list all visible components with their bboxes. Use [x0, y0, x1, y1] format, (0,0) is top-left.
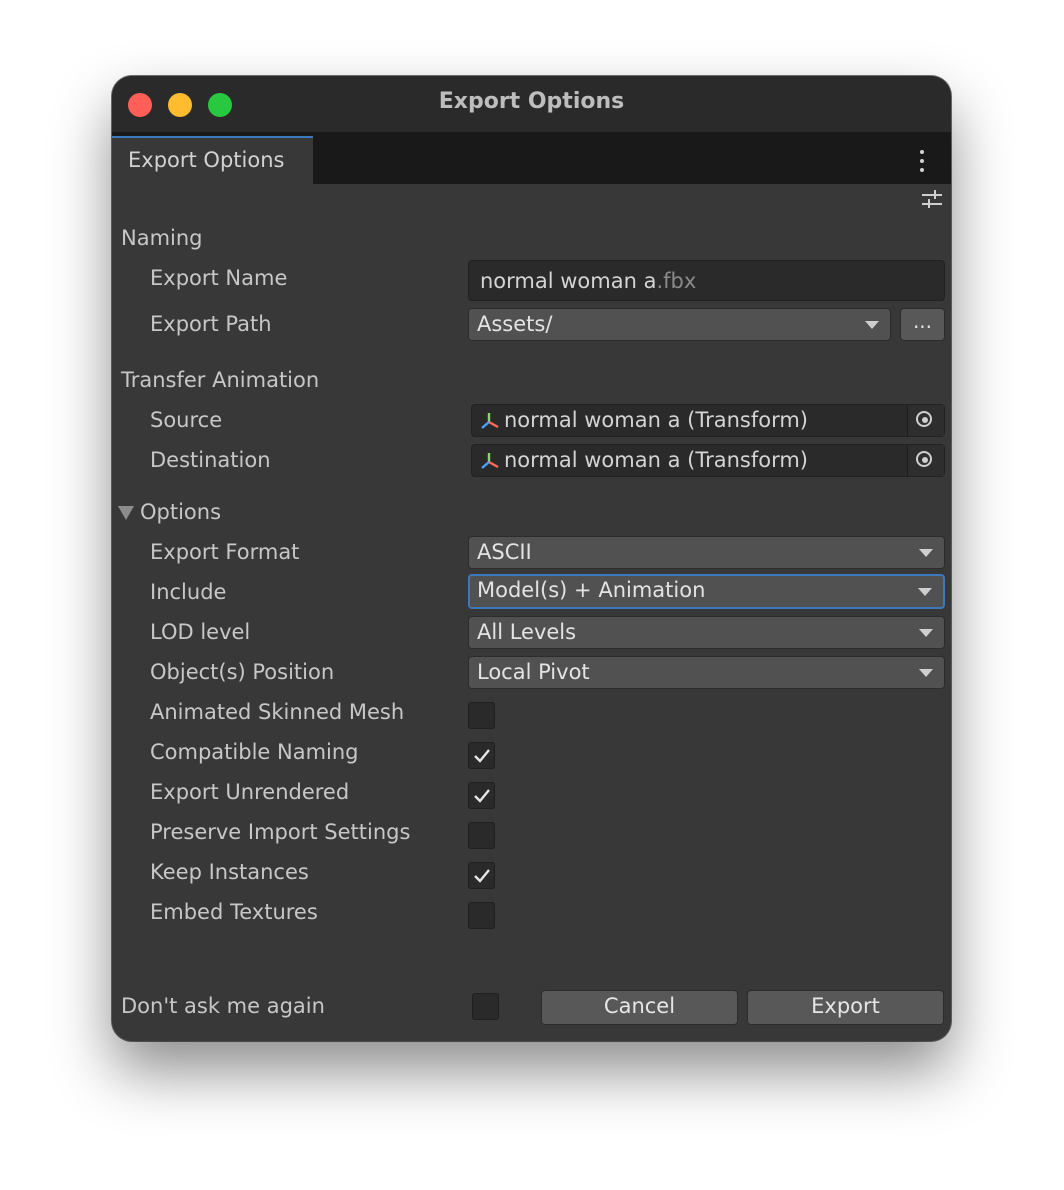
animated-skinned-mesh-label: Animated Skinned Mesh [150, 700, 405, 724]
export-unrendered-label: Export Unrendered [150, 780, 350, 804]
include-dropdown[interactable]: Model(s) + Animation [468, 574, 945, 609]
naming-section-label: Naming [121, 226, 203, 250]
transfer-animation-section-label: Transfer Animation [121, 368, 320, 392]
destination-value: normal woman a (Transform) [504, 448, 808, 472]
tab-export-options[interactable]: Export Options [112, 136, 313, 184]
dont-ask-again-label: Don't ask me again [121, 994, 325, 1018]
lod-level-dropdown[interactable]: All Levels [468, 616, 945, 649]
source-label: Source [150, 408, 223, 432]
transform-icon [481, 453, 499, 469]
checkmark-icon [474, 749, 490, 763]
checkmark-icon [474, 789, 490, 803]
foldout-triangle-icon[interactable] [118, 506, 134, 520]
include-label: Include [150, 580, 227, 604]
chevron-down-icon [919, 669, 933, 677]
embed-textures-checkbox[interactable] [468, 902, 495, 929]
title-bar: Export Options [112, 76, 951, 132]
export-path-label: Export Path [150, 312, 272, 336]
tab-bar: Export Options [112, 132, 951, 184]
lod-level-value: All Levels [477, 620, 577, 644]
keep-instances-label: Keep Instances [150, 860, 309, 884]
export-name-field[interactable]: normal woman a.fbx [468, 260, 945, 301]
browse-path-button[interactable]: ... [900, 308, 945, 341]
export-format-dropdown[interactable]: ASCII [468, 536, 945, 569]
chevron-down-icon [918, 588, 932, 596]
object-picker-icon[interactable] [907, 445, 944, 476]
embed-textures-label: Embed Textures [150, 900, 318, 924]
keep-instances-checkbox[interactable] [468, 862, 495, 889]
export-unrendered-checkbox[interactable] [468, 782, 495, 809]
export-path-dropdown[interactable]: Assets/ [468, 308, 891, 341]
chevron-down-icon [919, 629, 933, 637]
preserve-import-settings-checkbox[interactable] [468, 822, 495, 849]
compatible-naming-label: Compatible Naming [150, 740, 359, 764]
object-position-label: Object(s) Position [150, 660, 335, 684]
export-format-value: ASCII [477, 540, 532, 564]
options-section-label[interactable]: Options [140, 500, 221, 524]
export-options-window: Export Options Export Options Naming Exp… [112, 76, 951, 1041]
object-position-dropdown[interactable]: Local Pivot [468, 656, 945, 689]
include-value: Model(s) + Animation [477, 578, 706, 602]
chevron-down-icon [919, 549, 933, 557]
destination-object-field[interactable]: normal woman a (Transform) [471, 444, 945, 477]
window-title: Export Options [438, 89, 625, 114]
checkmark-icon [474, 869, 490, 883]
preserve-import-settings-label: Preserve Import Settings [150, 820, 411, 844]
export-format-label: Export Format [150, 540, 300, 564]
export-name-extension: .fbx [656, 269, 697, 293]
export-name-value: normal woman a [480, 269, 657, 293]
object-picker-icon[interactable] [907, 405, 944, 436]
cancel-button[interactable]: Cancel [541, 990, 738, 1025]
export-name-label: Export Name [150, 266, 288, 290]
export-path-value: Assets/ [477, 312, 553, 336]
animated-skinned-mesh-checkbox[interactable] [468, 702, 495, 729]
source-object-field[interactable]: normal woman a (Transform) [471, 404, 945, 437]
export-button[interactable]: Export [747, 990, 944, 1025]
compatible-naming-checkbox[interactable] [468, 742, 495, 769]
destination-label: Destination [150, 448, 271, 472]
transform-icon [481, 413, 499, 429]
kebab-menu-icon[interactable] [919, 150, 925, 172]
dont-ask-again-checkbox[interactable] [472, 993, 499, 1020]
source-value: normal woman a (Transform) [504, 408, 808, 432]
lod-level-label: LOD level [150, 620, 251, 644]
chevron-down-icon [865, 321, 879, 329]
object-position-value: Local Pivot [477, 660, 590, 684]
sliders-icon[interactable] [921, 188, 943, 210]
